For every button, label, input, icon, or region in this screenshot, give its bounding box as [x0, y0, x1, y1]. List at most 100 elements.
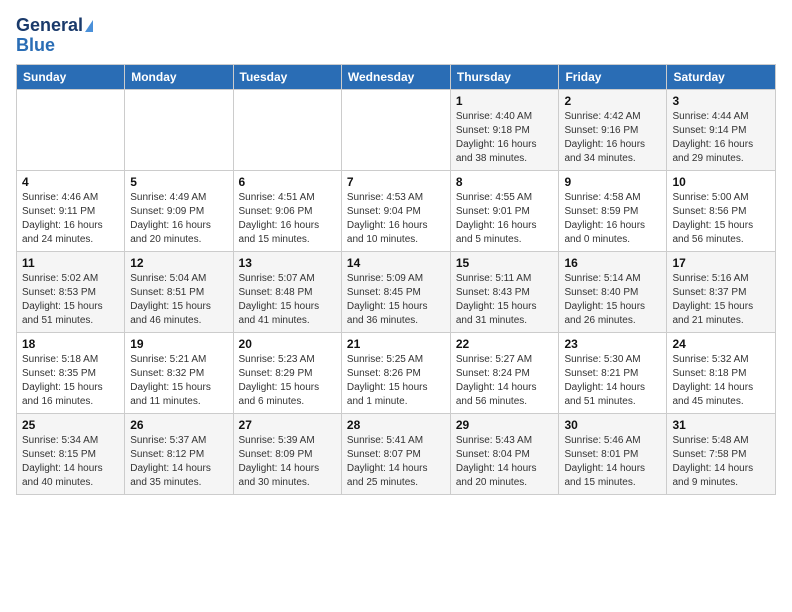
day-number: 28 [347, 418, 445, 432]
day-info: Sunrise: 5:04 AM Sunset: 8:51 PM Dayligh… [130, 272, 227, 328]
day-info: Sunrise: 5:48 AM Sunset: 7:58 PM Dayligh… [672, 434, 770, 490]
day-of-week-header: Saturday [667, 64, 776, 89]
day-number: 23 [564, 337, 661, 351]
calendar-cell: 25Sunrise: 5:34 AM Sunset: 8:15 PM Dayli… [17, 413, 125, 494]
day-info: Sunrise: 4:40 AM Sunset: 9:18 PM Dayligh… [456, 110, 554, 166]
calendar-week-row: 1 Sunrise: 4:40 AM Sunset: 9:18 PM Daylig… [17, 89, 776, 170]
day-number: 7 [347, 175, 445, 189]
calendar-cell: 7 Sunrise: 4:53 AM Sunset: 9:04 PM Daylig… [341, 170, 450, 251]
day-info: Sunrise: 4:51 AM Sunset: 9:06 PM Dayligh… [239, 191, 336, 247]
day-number: 13 [239, 256, 336, 270]
page-header: General Blue [16, 16, 776, 56]
calendar-cell [233, 89, 341, 170]
day-info: Sunrise: 5:41 AM Sunset: 8:07 PM Dayligh… [347, 434, 445, 490]
calendar-cell: 13 Sunrise: 5:07 AM Sunset: 8:48 PM Dayli… [233, 251, 341, 332]
day-number: 8 [456, 175, 554, 189]
day-of-week-header: Friday [559, 64, 667, 89]
day-info: Sunrise: 5:27 AM Sunset: 8:24 PM Dayligh… [456, 353, 554, 409]
day-info: Sunrise: 5:14 AM Sunset: 8:40 PM Dayligh… [564, 272, 661, 328]
calendar-cell [125, 89, 233, 170]
day-number: 5 [130, 175, 227, 189]
logo-text-general: General [16, 16, 83, 36]
day-of-week-header: Wednesday [341, 64, 450, 89]
calendar-cell: 31 Sunrise: 5:48 AM Sunset: 7:58 PM Dayli… [667, 413, 776, 494]
calendar-cell: 17Sunrise: 5:16 AM Sunset: 8:37 PM Dayli… [667, 251, 776, 332]
calendar-cell: 4 Sunrise: 4:46 AM Sunset: 9:11 PM Daylig… [17, 170, 125, 251]
calendar-cell: 12 Sunrise: 5:04 AM Sunset: 8:51 PM Dayli… [125, 251, 233, 332]
day-number: 22 [456, 337, 554, 351]
calendar-cell: 16 Sunrise: 5:14 AM Sunset: 8:40 PM Dayli… [559, 251, 667, 332]
day-info: Sunrise: 5:37 AM Sunset: 8:12 PM Dayligh… [130, 434, 227, 490]
day-number: 24 [672, 337, 770, 351]
day-info: Sunrise: 5:39 AM Sunset: 8:09 PM Dayligh… [239, 434, 336, 490]
calendar-cell: 20 Sunrise: 5:23 AM Sunset: 8:29 PM Dayli… [233, 332, 341, 413]
day-info: Sunrise: 5:02 AM Sunset: 8:53 PM Dayligh… [22, 272, 119, 328]
logo-text-blue: Blue [16, 36, 55, 56]
day-info: Sunrise: 4:49 AM Sunset: 9:09 PM Dayligh… [130, 191, 227, 247]
day-number: 31 [672, 418, 770, 432]
day-number: 6 [239, 175, 336, 189]
calendar-cell: 5 Sunrise: 4:49 AM Sunset: 9:09 PM Daylig… [125, 170, 233, 251]
calendar-cell: 3Sunrise: 4:44 AM Sunset: 9:14 PM Daylig… [667, 89, 776, 170]
calendar-header-row: SundayMondayTuesdayWednesdayThursdayFrid… [17, 64, 776, 89]
day-number: 2 [564, 94, 661, 108]
day-number: 16 [564, 256, 661, 270]
day-info: Sunrise: 5:23 AM Sunset: 8:29 PM Dayligh… [239, 353, 336, 409]
calendar-week-row: 25Sunrise: 5:34 AM Sunset: 8:15 PM Dayli… [17, 413, 776, 494]
day-of-week-header: Thursday [450, 64, 559, 89]
day-info: Sunrise: 5:07 AM Sunset: 8:48 PM Dayligh… [239, 272, 336, 328]
calendar-cell: 8Sunrise: 4:55 AM Sunset: 9:01 PM Daylig… [450, 170, 559, 251]
day-info: Sunrise: 5:18 AM Sunset: 8:35 PM Dayligh… [22, 353, 119, 409]
day-number: 18 [22, 337, 119, 351]
day-info: Sunrise: 5:09 AM Sunset: 8:45 PM Dayligh… [347, 272, 445, 328]
calendar-cell: 24 Sunrise: 5:32 AM Sunset: 8:18 PM Dayli… [667, 332, 776, 413]
calendar-cell: 30 Sunrise: 5:46 AM Sunset: 8:01 PM Dayli… [559, 413, 667, 494]
day-number: 9 [564, 175, 661, 189]
day-number: 21 [347, 337, 445, 351]
day-info: Sunrise: 5:16 AM Sunset: 8:37 PM Dayligh… [672, 272, 770, 328]
day-number: 14 [347, 256, 445, 270]
day-number: 27 [239, 418, 336, 432]
calendar-cell: 14 Sunrise: 5:09 AM Sunset: 8:45 PM Dayli… [341, 251, 450, 332]
day-info: Sunrise: 4:53 AM Sunset: 9:04 PM Dayligh… [347, 191, 445, 247]
calendar-cell: 22 Sunrise: 5:27 AM Sunset: 8:24 PM Dayli… [450, 332, 559, 413]
day-info: Sunrise: 5:00 AM Sunset: 8:56 PM Dayligh… [672, 191, 770, 247]
day-info: Sunrise: 4:46 AM Sunset: 9:11 PM Dayligh… [22, 191, 119, 247]
day-number: 29 [456, 418, 554, 432]
calendar-cell [341, 89, 450, 170]
calendar-week-row: 18 Sunrise: 5:18 AM Sunset: 8:35 PM Dayli… [17, 332, 776, 413]
logo: General Blue [16, 16, 93, 56]
calendar-cell: 21 Sunrise: 5:25 AM Sunset: 8:26 PM Dayli… [341, 332, 450, 413]
calendar-table: SundayMondayTuesdayWednesdayThursdayFrid… [16, 64, 776, 495]
day-number: 4 [22, 175, 119, 189]
calendar-cell: 2Sunrise: 4:42 AM Sunset: 9:16 PM Daylig… [559, 89, 667, 170]
calendar-cell: 1 Sunrise: 4:40 AM Sunset: 9:18 PM Daylig… [450, 89, 559, 170]
calendar-week-row: 4 Sunrise: 4:46 AM Sunset: 9:11 PM Daylig… [17, 170, 776, 251]
day-info: Sunrise: 5:32 AM Sunset: 8:18 PM Dayligh… [672, 353, 770, 409]
day-number: 26 [130, 418, 227, 432]
day-of-week-header: Sunday [17, 64, 125, 89]
day-number: 20 [239, 337, 336, 351]
day-number: 11 [22, 256, 119, 270]
day-number: 30 [564, 418, 661, 432]
day-number: 3 [672, 94, 770, 108]
day-info: Sunrise: 5:21 AM Sunset: 8:32 PM Dayligh… [130, 353, 227, 409]
day-info: Sunrise: 5:34 AM Sunset: 8:15 PM Dayligh… [22, 434, 119, 490]
day-info: Sunrise: 5:25 AM Sunset: 8:26 PM Dayligh… [347, 353, 445, 409]
calendar-cell: 26 Sunrise: 5:37 AM Sunset: 8:12 PM Dayli… [125, 413, 233, 494]
day-info: Sunrise: 5:43 AM Sunset: 8:04 PM Dayligh… [456, 434, 554, 490]
calendar-cell: 23 Sunrise: 5:30 AM Sunset: 8:21 PM Dayli… [559, 332, 667, 413]
day-number: 12 [130, 256, 227, 270]
calendar-cell: 28 Sunrise: 5:41 AM Sunset: 8:07 PM Dayli… [341, 413, 450, 494]
day-of-week-header: Monday [125, 64, 233, 89]
day-number: 1 [456, 94, 554, 108]
calendar-cell: 6 Sunrise: 4:51 AM Sunset: 9:06 PM Daylig… [233, 170, 341, 251]
calendar-cell: 11 Sunrise: 5:02 AM Sunset: 8:53 PM Dayli… [17, 251, 125, 332]
day-info: Sunrise: 5:46 AM Sunset: 8:01 PM Dayligh… [564, 434, 661, 490]
calendar-cell: 9Sunrise: 4:58 AM Sunset: 8:59 PM Daylig… [559, 170, 667, 251]
calendar-week-row: 11 Sunrise: 5:02 AM Sunset: 8:53 PM Dayli… [17, 251, 776, 332]
day-of-week-header: Tuesday [233, 64, 341, 89]
day-info: Sunrise: 5:30 AM Sunset: 8:21 PM Dayligh… [564, 353, 661, 409]
day-number: 19 [130, 337, 227, 351]
calendar-cell: 29 Sunrise: 5:43 AM Sunset: 8:04 PM Dayli… [450, 413, 559, 494]
